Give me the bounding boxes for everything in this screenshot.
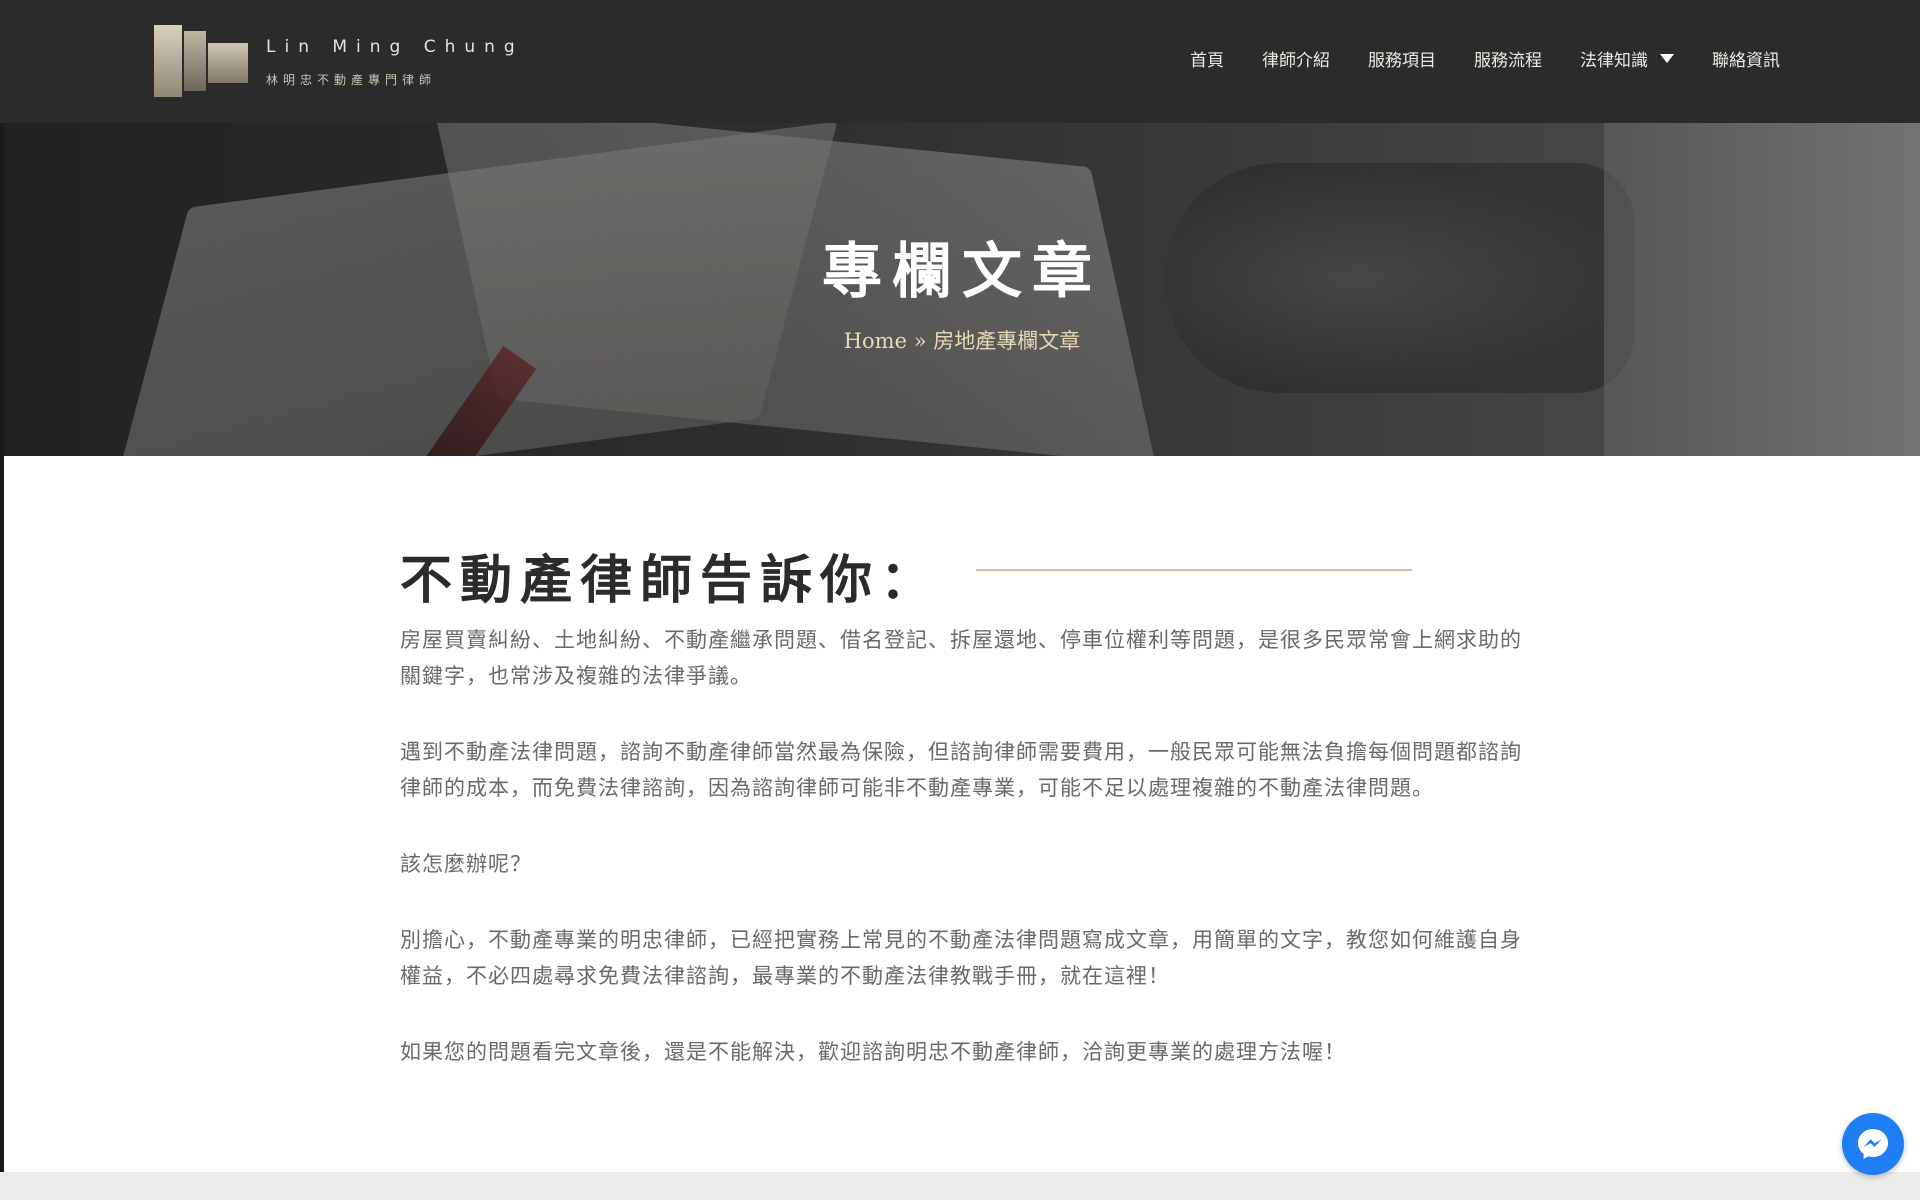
- nav-item-lawyer-intro[interactable]: 律師介紹: [1262, 46, 1330, 71]
- nav-item-label: 聯絡資訊: [1712, 51, 1780, 71]
- breadcrumb-separator: »: [913, 329, 927, 353]
- nav-item-contact[interactable]: 聯絡資訊: [1712, 46, 1780, 71]
- nav-item-home[interactable]: 首頁: [1190, 46, 1224, 71]
- hero-banner: 專欄文章 Home » 房地產專欄文章: [4, 123, 1920, 456]
- nav-item-legal-knowledge[interactable]: 法律知識: [1580, 46, 1674, 71]
- site-logo[interactable]: Lin Ming Chung 林明忠不動產專門律師: [154, 23, 534, 98]
- nav-item-process[interactable]: 服務流程: [1474, 46, 1542, 71]
- messenger-chat-button[interactable]: [1842, 1113, 1904, 1175]
- article-paragraph: 別擔心，不動產專業的明忠律師，已經把實務上常見的不動產法律問題寫成文章，用簡單的…: [400, 928, 1522, 988]
- article-paragraph: 該怎麼辦呢？: [400, 852, 532, 876]
- nav-item-label: 服務項目: [1368, 51, 1436, 71]
- article-paragraph: 房屋買賣糾紛、土地糾紛、不動產繼承問題、借名登記、拆屋還地、停車位權利等問題，是…: [400, 628, 1522, 688]
- nav-item-label: 服務流程: [1474, 51, 1542, 71]
- breadcrumb: Home » 房地產專欄文章: [4, 325, 1920, 355]
- messenger-icon: [1858, 1129, 1888, 1159]
- breadcrumb-home-link[interactable]: Home: [844, 329, 907, 353]
- article-content: 不動產律師告訴你： 房屋買賣糾紛、土地糾紛、不動產繼承問題、借名登記、拆屋還地、…: [400, 538, 1530, 1110]
- breadcrumb-current: 房地產專欄文章: [933, 329, 1081, 353]
- nav-item-services[interactable]: 服務項目: [1368, 46, 1436, 71]
- article-paragraph: 遇到不動產法律問題，諮詢不動產律師當然最為保險，但諮詢律師需要費用，一般民眾可能…: [400, 740, 1522, 800]
- main-nav: 首頁 律師介紹 服務項目 服務流程 法律知識 聯絡資訊: [1190, 46, 1780, 71]
- logo-mark-icon: [154, 25, 248, 97]
- article-heading-row: 不動產律師告訴你：: [400, 538, 1530, 618]
- logo-name-zh: 林明忠不動產專門律師: [266, 73, 437, 87]
- article-paragraph: 如果您的問題看完文章後，還是不能解決，歡迎諮詢明忠不動產律師，洽詢更專業的處理方…: [400, 1040, 1346, 1064]
- heading-divider: [976, 569, 1412, 571]
- footer-strip: [0, 1172, 1920, 1200]
- nav-item-label: 首頁: [1190, 51, 1224, 71]
- logo-name-en: Lin Ming Chung: [266, 37, 524, 57]
- nav-item-label: 法律知識: [1580, 51, 1648, 71]
- caret-down-icon: [1660, 54, 1674, 63]
- page-title: 專欄文章: [822, 237, 1102, 307]
- article-heading: 不動產律師告訴你：: [400, 550, 941, 611]
- nav-item-label: 律師介紹: [1262, 51, 1330, 71]
- site-header: Lin Ming Chung 林明忠不動產專門律師 首頁 律師介紹 服務項目 服…: [0, 0, 1920, 123]
